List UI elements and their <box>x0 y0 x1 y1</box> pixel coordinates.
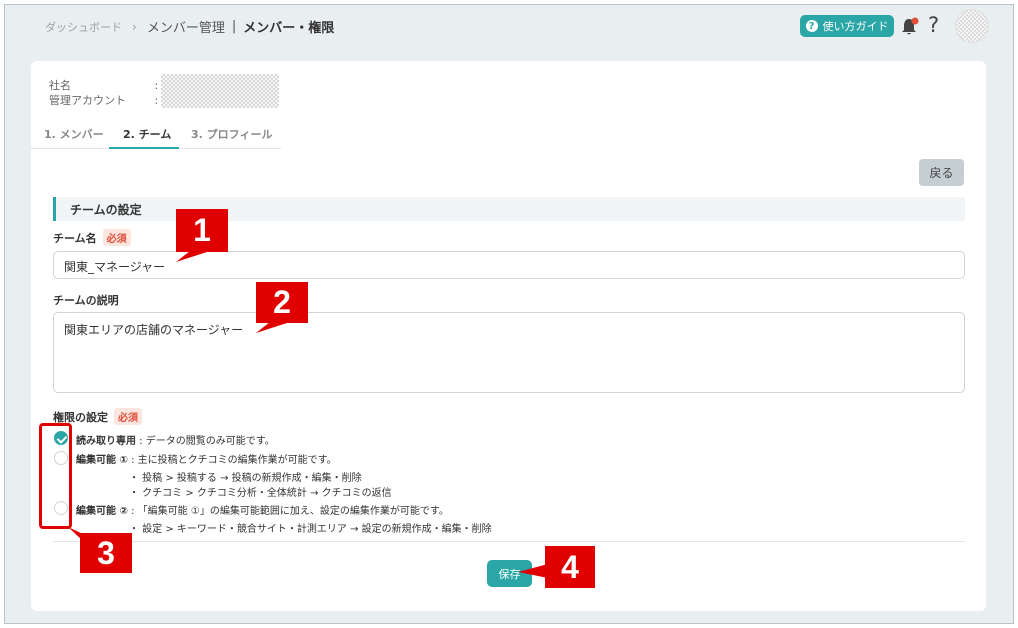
annotation-frame-radios <box>39 423 72 529</box>
breadcrumb-member-management[interactable]: メンバー管理 <box>147 17 225 36</box>
option-desc: : データの閲覧のみ可能です。 <box>136 436 275 447</box>
tab-profile[interactable]: 3. プロフィール <box>191 126 272 142</box>
annotation-callout-1: 1 <box>176 209 228 252</box>
help-icon[interactable]: ? <box>928 13 939 37</box>
team-name-input[interactable]: 関東_マネージャー <box>53 251 965 279</box>
bell-icon[interactable] <box>900 16 920 38</box>
colon: : <box>154 94 159 107</box>
option-detail: ・ クチコミ > クチコミ分析・全体統計 → クチコミの返信 <box>129 488 392 499</box>
redacted-values <box>161 74 279 108</box>
usage-guide-button[interactable]: ? 使い方ガイド <box>800 15 894 37</box>
team-description-textarea[interactable]: 関東エリアの店舗のマネージャー <box>53 312 965 393</box>
breadcrumb-dashboard[interactable]: ダッシュボード <box>45 19 122 35</box>
company-label: 社名 <box>49 79 71 92</box>
annotation-callout-2: 2 <box>256 282 308 323</box>
page-title: メンバー・権限 <box>243 21 335 36</box>
active-tab-indicator <box>109 147 179 149</box>
annotation-callout-4: 4 <box>545 546 595 588</box>
question-circle-icon: ? <box>805 20 818 32</box>
back-button[interactable]: 戻る <box>919 159 964 186</box>
required-badge: 必須 <box>114 408 142 425</box>
company-row: 社名 : <box>49 77 158 93</box>
tab-team[interactable]: 2. チーム <box>123 126 171 142</box>
option-title: 読み取り専用 <box>76 436 136 447</box>
tab-bar: 1. メンバー 2. チーム 3. プロフィール <box>31 117 281 149</box>
option-desc: : 「編集可能 ①」の編集可能範囲に加え、設定の編集作業が可能です。 <box>127 506 449 517</box>
team-name-label: チーム名 <box>53 231 97 245</box>
account-row: 管理アカウント : <box>49 92 158 108</box>
required-badge: 必須 <box>102 229 131 246</box>
team-name-label-row: チーム名 必須 <box>53 229 131 246</box>
team-desc-label-row: チームの説明 <box>53 292 119 308</box>
option-title: 編集可能 ② <box>76 506 128 517</box>
main-card: 社名 : 管理アカウント : 1. メンバー 2. チーム 3. プロフィール … <box>31 61 986 611</box>
avatar[interactable] <box>955 9 989 43</box>
annotation-callout-3: 3 <box>80 533 132 573</box>
option-detail: ・ 投稿 > 投稿する → 投稿の新規作成・編集・削除 <box>129 473 362 484</box>
usage-guide-label: 使い方ガイド <box>822 20 889 33</box>
breadcrumb: ダッシュボード › メンバー管理 | メンバー・権限 <box>45 17 334 36</box>
save-button[interactable]: 保存 <box>487 560 532 587</box>
breadcrumb-separator: › <box>132 19 137 34</box>
colon: : <box>154 79 159 92</box>
notification-dot <box>911 17 919 25</box>
option-detail: ・ 設定 > キーワード・競合サイト・計測エリア → 設定の新規作成・編集・削除 <box>129 524 492 535</box>
app-window: ダッシュボード › メンバー管理 | メンバー・権限 ? 使い方ガイド ? 社名… <box>4 4 1014 624</box>
team-desc-label: チームの説明 <box>53 294 119 307</box>
option-title: 編集可能 ① <box>76 455 128 466</box>
top-bar: ダッシュボード › メンバー管理 | メンバー・権限 ? 使い方ガイド ? <box>5 5 1013 49</box>
option-read-only: 読み取り専用 : データの閲覧のみ可能です。 <box>76 432 275 447</box>
option-edit-2: 編集可能 ② : 「編集可能 ①」の編集可能範囲に加え、設定の編集作業が可能です… <box>76 502 449 517</box>
breadcrumb-divider: | <box>231 19 237 34</box>
option-desc: : 主に投稿とクチコミの編集作業が可能です。 <box>127 455 337 466</box>
account-label: 管理アカウント <box>49 94 126 107</box>
tab-member[interactable]: 1. メンバー <box>44 126 104 142</box>
option-edit-1: 編集可能 ① : 主に投稿とクチコミの編集作業が可能です。 <box>76 451 337 466</box>
divider <box>53 541 965 542</box>
